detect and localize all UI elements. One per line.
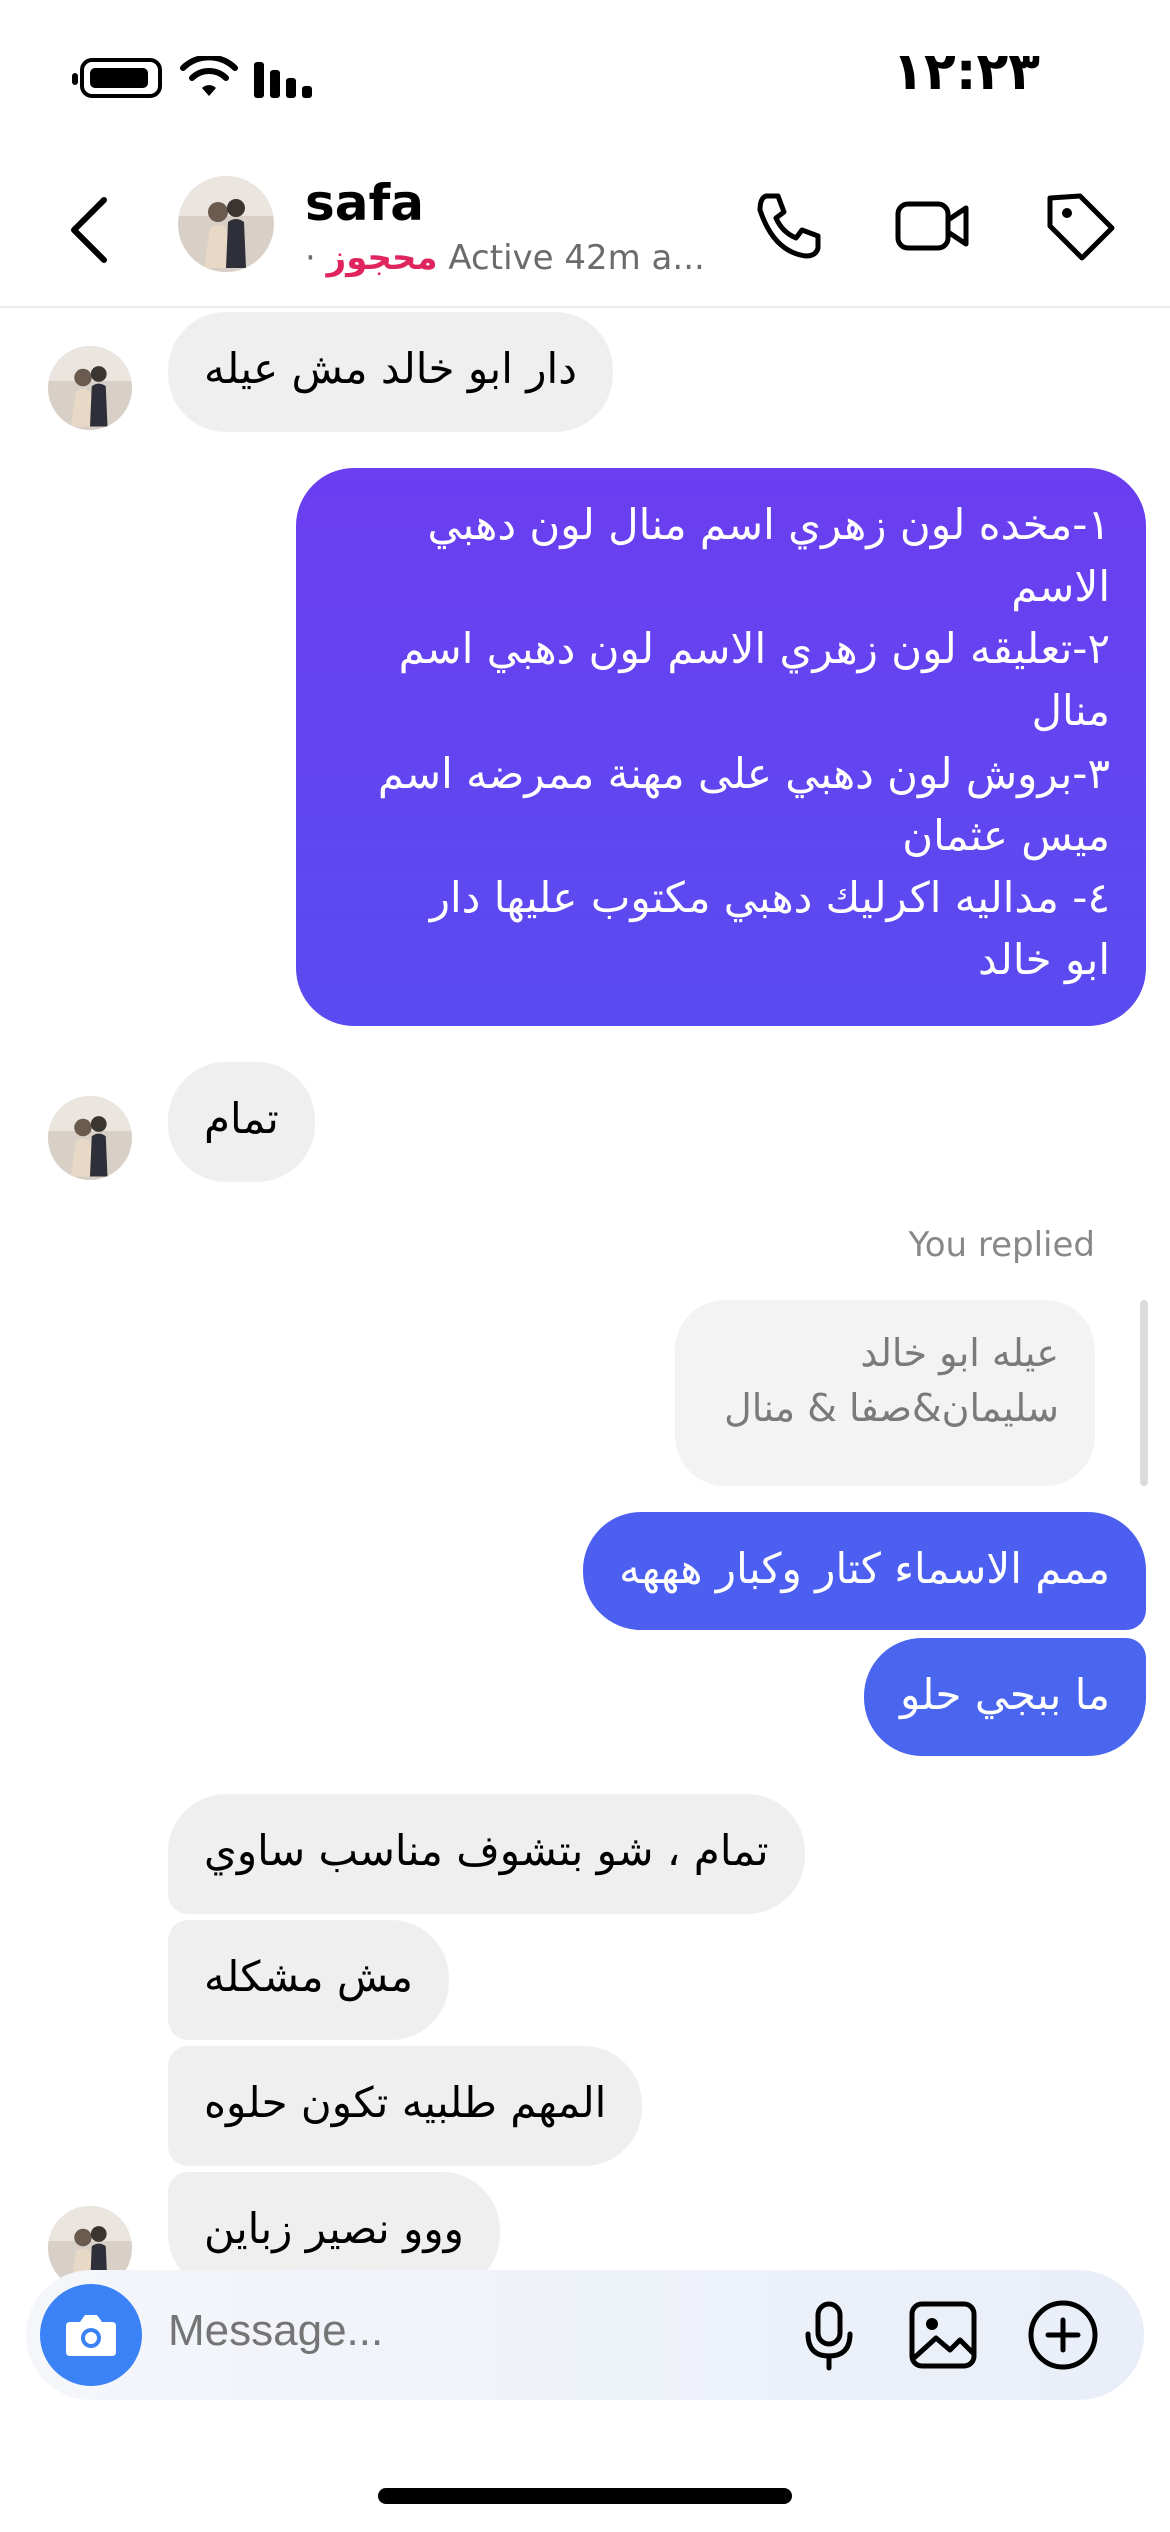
- status-dot: ·: [305, 238, 316, 278]
- active-status: Active 42m a...: [448, 238, 705, 278]
- message-line: ٣-بروش لون دهبي على مهنة ممرضه اسم: [377, 748, 1110, 798]
- plus-circle-icon[interactable]: [1020, 2292, 1106, 2378]
- incoming-message[interactable]: المهم طلبيه تكون حلوه: [168, 2046, 643, 2166]
- microphone-icon[interactable]: [786, 2292, 872, 2378]
- message-line: ٢-تعليقه لون زهري الاسم لون دهبي اسم: [398, 624, 1110, 674]
- quote-line: عيله ابو خالد: [860, 1331, 1059, 1375]
- home-indicator[interactable]: [378, 2488, 792, 2504]
- tag-icon[interactable]: [1040, 186, 1120, 266]
- contact-name[interactable]: safa: [305, 174, 424, 232]
- quote-line: سليمان&صفا & منال: [724, 1386, 1059, 1431]
- message-line: ١-مخده لون زهري اسم منال لون دهبي: [427, 500, 1110, 549]
- message-line: ٤- مداليه اكرليك دهبي مكتوب عليها دار: [429, 872, 1110, 922]
- incoming-message[interactable]: تمام ، شو بتشوف مناسب ساوي: [168, 1794, 805, 1914]
- replied-message-quote[interactable]: عيله ابو خالد سليمان&صفا & منال: [675, 1300, 1095, 1486]
- signal-icon: [254, 62, 312, 98]
- message-input[interactable]: [168, 2306, 768, 2356]
- outgoing-message[interactable]: ما ببجي حلو: [863, 1638, 1146, 1756]
- message-composer: [26, 2270, 1144, 2400]
- contact-status: · محجوز Active 42m a...: [305, 238, 705, 278]
- contact-avatar[interactable]: [178, 176, 274, 272]
- wifi-icon: [180, 56, 238, 96]
- incoming-message[interactable]: تمام: [168, 1062, 315, 1182]
- message-line: الاسم: [1011, 562, 1110, 612]
- phone-icon[interactable]: [748, 186, 828, 266]
- message-line: منال: [1031, 686, 1110, 736]
- status-time: ١٢:٢٣: [892, 42, 1040, 102]
- reply-indicator-bar: [1140, 1300, 1148, 1486]
- reply-label: You replied: [908, 1225, 1095, 1265]
- outgoing-message[interactable]: ١-مخده لون زهري اسم منال لون دهبي الاسم …: [296, 468, 1146, 1026]
- battery-icon: [72, 58, 162, 98]
- status-tag: محجوز: [326, 238, 438, 278]
- status-bar: ١٢:٢٣: [0, 0, 1170, 150]
- incoming-message[interactable]: دار ابو خالد مش عيله: [168, 312, 613, 432]
- incoming-message[interactable]: مش مشكله: [168, 1920, 449, 2040]
- video-icon[interactable]: [892, 186, 972, 266]
- camera-icon: [66, 2315, 116, 2356]
- chat-header: safa · محجوز Active 42m a...: [0, 150, 1170, 308]
- gallery-icon[interactable]: [900, 2292, 986, 2378]
- camera-button[interactable]: [40, 2284, 142, 2386]
- sender-avatar[interactable]: [48, 346, 132, 430]
- message-line: ابو خالد: [977, 935, 1110, 985]
- outgoing-message[interactable]: ممم الاسماء كتار وكبار هههه: [583, 1512, 1146, 1630]
- sender-avatar[interactable]: [48, 1096, 132, 1180]
- back-icon[interactable]: [60, 190, 120, 270]
- message-line: ميس عثمان: [902, 810, 1110, 860]
